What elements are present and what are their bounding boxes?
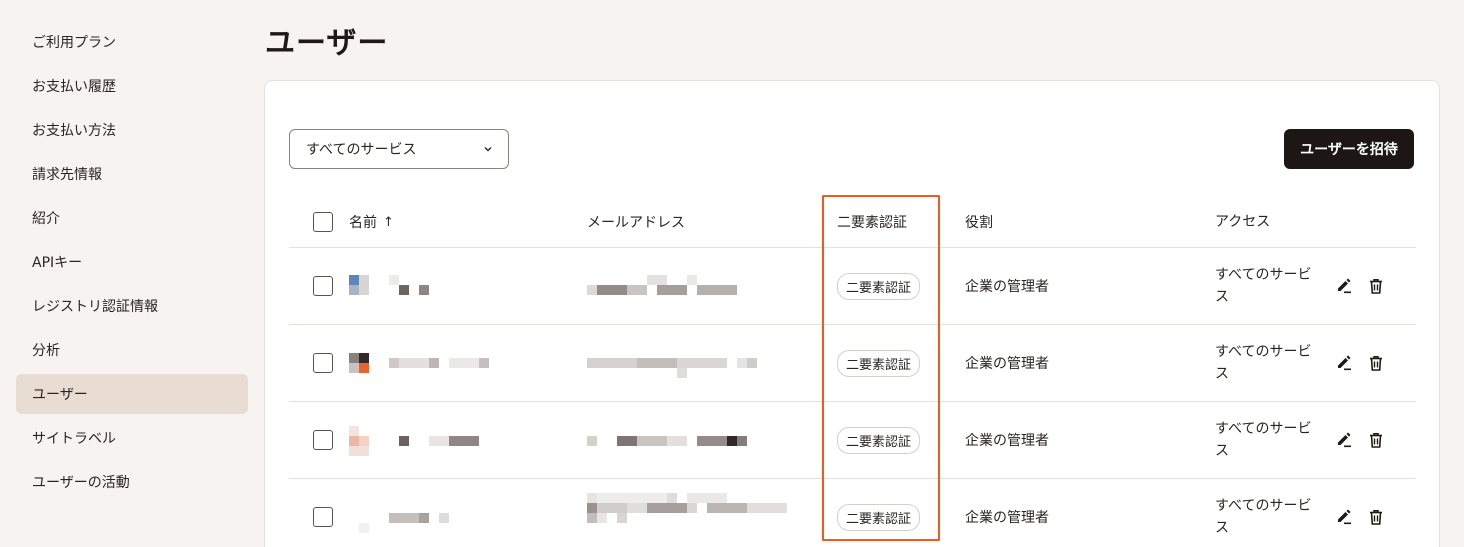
two-factor-badge: 二要素認証: [837, 426, 921, 454]
avatar: [359, 523, 369, 533]
column-header-name[interactable]: 名前 ↑: [349, 197, 394, 247]
sidebar-item-api-keys[interactable]: APIキー: [16, 242, 248, 282]
user-access: すべてのサービス: [1215, 498, 1312, 536]
edit-icon[interactable]: [1335, 277, 1353, 295]
two-factor-badge: 二要素認証: [837, 503, 921, 531]
select-all-checkbox[interactable]: [313, 212, 333, 232]
edit-icon[interactable]: [1335, 431, 1353, 449]
row-checkbox[interactable]: [313, 276, 333, 296]
user-role: 企業の管理者: [965, 356, 1049, 372]
sidebar-item-payment-history[interactable]: お支払い履歴: [16, 66, 248, 106]
page-title: ユーザー: [265, 26, 389, 61]
table-row: 二要素認証 企業の管理者 すべてのサービス: [289, 402, 1416, 479]
user-access: すべてのサービス: [1215, 344, 1312, 382]
sidebar-item-site-labels[interactable]: サイトラベル: [16, 418, 248, 458]
sidebar-item-users[interactable]: ユーザー: [16, 374, 248, 414]
sidebar-item-user-activity[interactable]: ユーザーの活動: [16, 462, 248, 502]
row-checkbox[interactable]: [313, 507, 333, 527]
users-card: すべてのサービス ユーザーを招待 名前 ↑ メールアドレス 二要素認証 役割 アク…: [264, 80, 1440, 547]
column-header-access: アクセス: [1215, 214, 1271, 230]
column-header-email: メールアドレス: [587, 215, 685, 231]
trash-icon[interactable]: [1367, 431, 1385, 449]
column-header-two-factor: 二要素認証: [837, 215, 907, 231]
user-role: 企業の管理者: [965, 510, 1049, 526]
sidebar-item-referral[interactable]: 紹介: [16, 198, 248, 238]
table-row: 二要素認証 企業の管理者 すべてのサービス: [289, 248, 1416, 325]
column-header-role: 役割: [965, 215, 993, 231]
edit-icon[interactable]: [1335, 508, 1353, 526]
sidebar-item-plan[interactable]: ご利用プラン: [16, 22, 248, 62]
sidebar-item-registry-credentials[interactable]: レジストリ認証情報: [16, 286, 248, 326]
user-role: 企業の管理者: [965, 279, 1049, 295]
sidebar-item-billing-info[interactable]: 請求先情報: [16, 154, 248, 194]
trash-icon[interactable]: [1367, 354, 1385, 372]
sidebar-item-payment-method[interactable]: お支払い方法: [16, 110, 248, 150]
sidebar-item-analytics[interactable]: 分析: [16, 330, 248, 370]
table-header-row: 名前 ↑ メールアドレス 二要素認証 役割 アクセス: [289, 197, 1416, 248]
edit-icon[interactable]: [1335, 354, 1353, 372]
row-checkbox[interactable]: [313, 353, 333, 373]
sidebar: ご利用プラン お支払い履歴 お支払い方法 請求先情報 紹介 APIキー レジスト…: [16, 22, 248, 506]
avatar: [349, 275, 359, 285]
table-row: 二要素認証 企業の管理者 すべてのサービス: [289, 325, 1416, 402]
service-filter-select[interactable]: すべてのサービス: [289, 129, 509, 169]
trash-icon[interactable]: [1367, 508, 1385, 526]
user-access: すべてのサービス: [1215, 267, 1312, 305]
two-factor-badge: 二要素認証: [837, 349, 921, 377]
user-role: 企業の管理者: [965, 433, 1049, 449]
chevron-down-icon: [484, 147, 492, 152]
two-factor-badge: 二要素認証: [837, 272, 921, 300]
user-access: すべてのサービス: [1215, 421, 1312, 459]
avatar: [349, 426, 359, 436]
table-row: 二要素認証 企業の管理者 すべてのサービス: [289, 479, 1416, 547]
trash-icon[interactable]: [1367, 277, 1385, 295]
users-table: 名前 ↑ メールアドレス 二要素認証 役割 アクセス 二要素認証 企業の管理者 …: [289, 197, 1416, 547]
avatar: [349, 353, 359, 363]
invite-user-button[interactable]: ユーザーを招待: [1284, 129, 1414, 169]
service-filter-value: すべてのサービス: [306, 142, 417, 158]
sort-ascending-icon: ↑: [383, 214, 394, 230]
row-checkbox[interactable]: [313, 430, 333, 450]
